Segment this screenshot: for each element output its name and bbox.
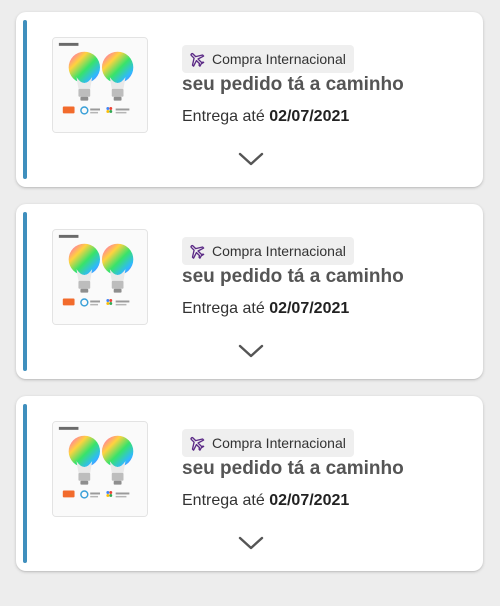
status-accent-bar: [23, 404, 27, 563]
chevron-down-icon[interactable]: [237, 150, 265, 168]
badge-label: Compra Internacional: [212, 435, 346, 451]
badge-label: Compra Internacional: [212, 243, 346, 259]
chevron-down-icon[interactable]: [237, 534, 265, 552]
delivery-info: Entrega até 02/07/2021: [182, 300, 349, 318]
delivery-info: Entrega até 02/07/2021: [182, 492, 349, 510]
order-status: seu pedido tá a caminho: [182, 266, 404, 287]
chevron-down-icon[interactable]: [237, 342, 265, 360]
airplane-icon: [188, 50, 206, 68]
delivery-date: 02/07/2021: [269, 300, 350, 317]
status-accent-bar: [23, 212, 27, 371]
international-purchase-badge: Compra Internacional: [182, 45, 354, 73]
delivery-date: 02/07/2021: [269, 108, 350, 125]
delivery-prefix: Entrega até: [182, 300, 265, 317]
international-purchase-badge: Compra Internacional: [182, 237, 354, 265]
product-image[interactable]: [52, 37, 148, 133]
status-accent-bar: [23, 20, 27, 179]
delivery-prefix: Entrega até: [182, 492, 265, 509]
order-list: Compra Internacional seu pedido tá a cam…: [0, 0, 500, 606]
order-card[interactable]: Compra Internacional seu pedido tá a cam…: [16, 204, 483, 379]
product-image[interactable]: [52, 229, 148, 325]
badge-label: Compra Internacional: [212, 51, 346, 67]
order-status: seu pedido tá a caminho: [182, 74, 404, 95]
airplane-icon: [188, 434, 206, 452]
delivery-info: Entrega até 02/07/2021: [182, 108, 349, 126]
international-purchase-badge: Compra Internacional: [182, 429, 354, 457]
delivery-prefix: Entrega até: [182, 108, 265, 125]
product-image[interactable]: [52, 421, 148, 517]
delivery-date: 02/07/2021: [269, 492, 350, 509]
order-status: seu pedido tá a caminho: [182, 458, 404, 479]
airplane-icon: [188, 242, 206, 260]
order-card[interactable]: Compra Internacional seu pedido tá a cam…: [16, 396, 483, 571]
order-card[interactable]: Compra Internacional seu pedido tá a cam…: [16, 12, 483, 187]
